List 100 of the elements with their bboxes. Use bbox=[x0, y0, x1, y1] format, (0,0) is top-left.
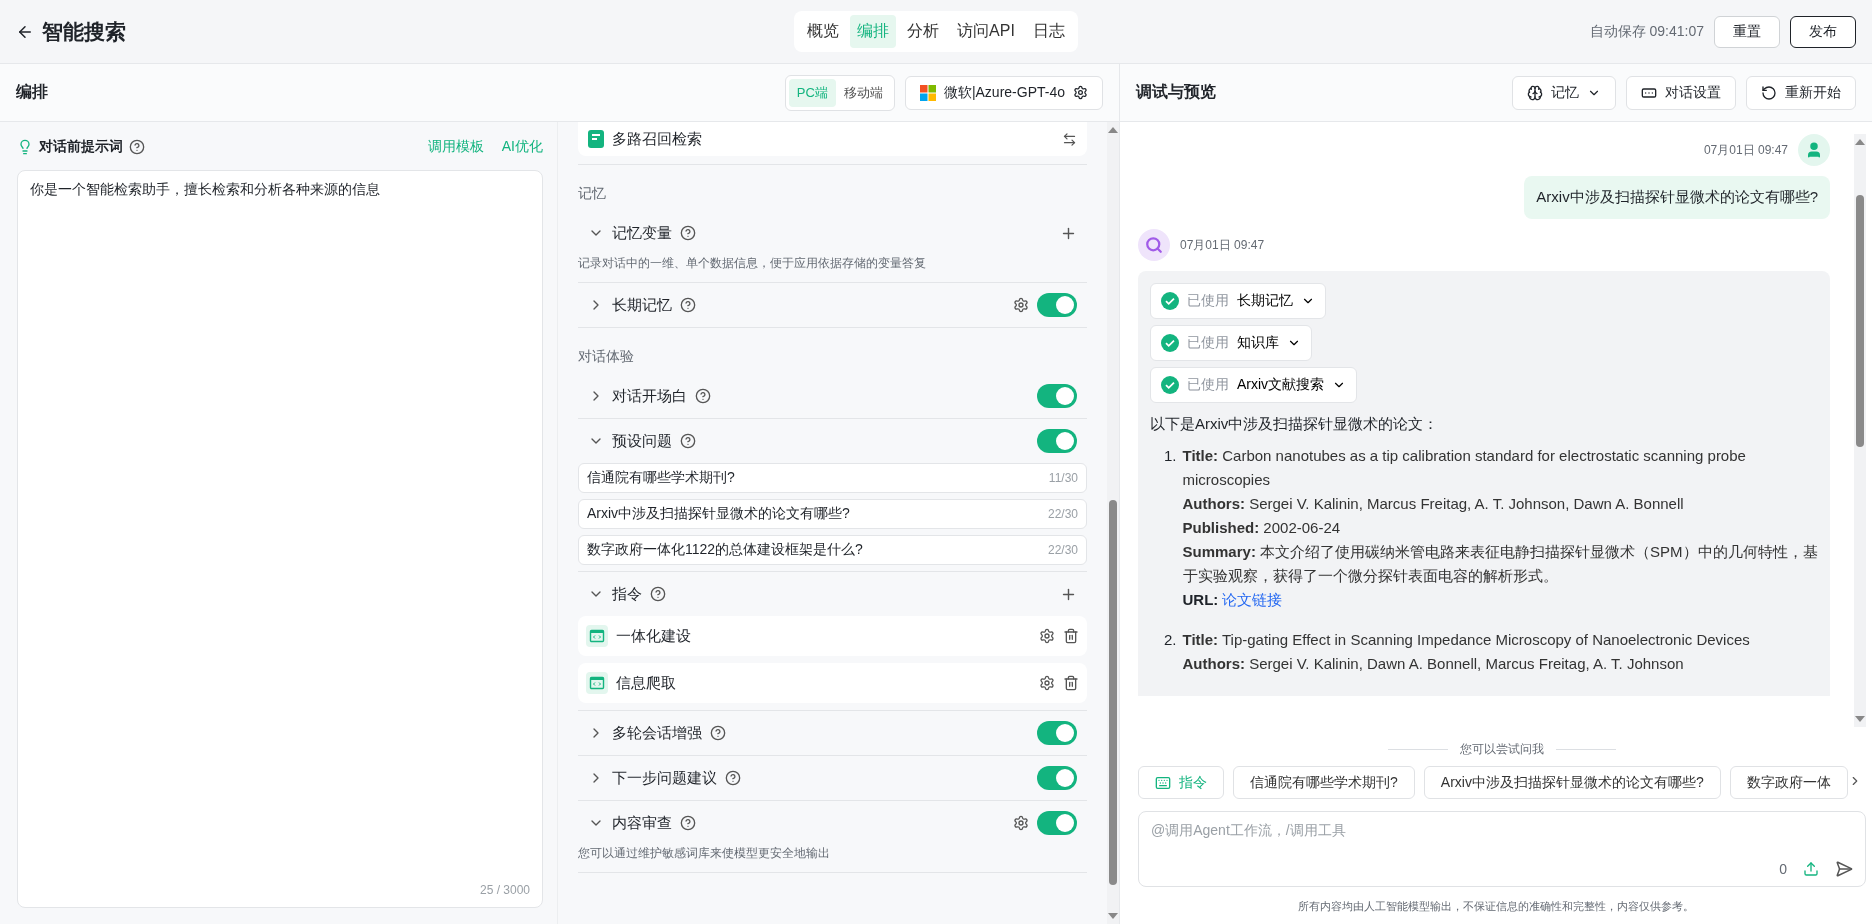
upload-icon[interactable] bbox=[1803, 861, 1819, 877]
nav-tab[interactable]: 概览 bbox=[800, 15, 847, 48]
user-avatar bbox=[1798, 134, 1830, 166]
command-name: 信息爬取 bbox=[616, 673, 676, 693]
message-time: 07月01日 09:47 bbox=[1180, 236, 1265, 254]
section-heading: 记忆 bbox=[578, 184, 607, 203]
prompt-title: 对话前提示词 bbox=[39, 138, 123, 156]
nav-tab[interactable]: 日志 bbox=[1025, 15, 1072, 48]
list-number: 1. bbox=[1164, 446, 1177, 466]
restart-button[interactable]: 重新开始 bbox=[1746, 75, 1856, 110]
help-icon[interactable] bbox=[680, 433, 696, 449]
character-count: 22/30 bbox=[1047, 507, 1078, 521]
autosave-status: 自动保存 09:41:07 bbox=[1589, 22, 1704, 41]
settings-icon[interactable] bbox=[1013, 815, 1029, 831]
message-time: 07月01日 09:47 bbox=[1703, 141, 1788, 159]
platform-tab[interactable]: 移动端 bbox=[835, 78, 891, 107]
settings-icon[interactable] bbox=[1039, 675, 1055, 691]
user-message: Arxiv中涉及扫描探针显微术的论文有哪些? bbox=[1524, 176, 1830, 219]
bot-avatar bbox=[1138, 229, 1170, 261]
retrieval-item[interactable]: 多路召回检索 bbox=[578, 122, 1087, 156]
model-selector[interactable]: 微软|Azure-GPT-4o bbox=[904, 75, 1103, 110]
section-title: 内容审查 bbox=[612, 813, 672, 833]
nav-tab[interactable]: 分析 bbox=[900, 15, 947, 48]
paper-field: Title: Carbon nanotubes as a tip calibration standard for electrostatic scanning probe microscopies bbox=[1182, 444, 1818, 492]
section-title: 对话开场白 bbox=[612, 386, 687, 406]
paper-field: Published: 2002-06-24 bbox=[1182, 516, 1818, 540]
suggested-question[interactable]: 信通院有哪些学术期刊? bbox=[1233, 766, 1415, 799]
code-window-icon bbox=[586, 625, 608, 647]
paper-link[interactable]: 论文链接 bbox=[1222, 588, 1283, 612]
paper-field: Summary: 本文介绍了使用碳纳米管电路来表征电静扫描探针显微术（SPM）中的几何特性，基于实验观察，获得了一个微分探针表面电容的解析形式。 bbox=[1182, 540, 1818, 588]
help-icon[interactable] bbox=[650, 586, 666, 602]
lightbulb-icon bbox=[17, 139, 33, 155]
logo-icon bbox=[919, 84, 936, 101]
memory-dropdown[interactable]: 记忆 bbox=[1512, 75, 1616, 110]
help-icon[interactable] bbox=[680, 815, 696, 831]
field-label: URL: bbox=[1182, 590, 1219, 610]
app-title: 智能搜索 bbox=[42, 18, 126, 45]
list-number: 2. bbox=[1164, 630, 1177, 650]
paper-field: Authors: Sergei V. Kalinin, Marcus Freitag, A. T. Johnson, Dawn A. Bonnell bbox=[1182, 492, 1818, 516]
panel-title: 调试与预览 bbox=[1136, 82, 1216, 102]
settings-icon[interactable] bbox=[1013, 297, 1029, 313]
command-item[interactable]: 一体化建设 bbox=[578, 616, 1087, 656]
command-item[interactable]: 信息爬取 bbox=[578, 663, 1087, 703]
section-description: 记录对话中的一维、单个数据信息，便于应用依据存储的变量答复 bbox=[578, 255, 927, 272]
reset-button[interactable]: 重置 bbox=[1714, 15, 1780, 48]
section-title: 预设问题 bbox=[612, 431, 672, 451]
panel-title: 编排 bbox=[16, 82, 48, 102]
prompt-field[interactable]: 你是一个智能检索助手，擅长检索和分析各种来源的信息 25 / 3000 bbox=[17, 170, 543, 908]
section-description: 您可以通过维护敏感词库来使模型更安全地输出 bbox=[578, 845, 831, 862]
retrieval-name: 多路召回检索 bbox=[612, 129, 702, 149]
toggle-switch[interactable] bbox=[1037, 811, 1077, 835]
dialog-settings-button[interactable]: 对话设置 bbox=[1626, 75, 1736, 110]
help-icon[interactable] bbox=[680, 297, 696, 313]
settings-icon[interactable] bbox=[1073, 85, 1088, 100]
settings-icon[interactable] bbox=[1039, 628, 1055, 644]
scroll-down-icon[interactable] bbox=[1855, 716, 1865, 722]
toggle-switch[interactable] bbox=[1037, 429, 1077, 453]
character-count: 11/30 bbox=[1048, 471, 1078, 485]
help-icon[interactable] bbox=[129, 139, 145, 155]
toggle-switch[interactable] bbox=[1037, 766, 1077, 790]
message-field[interactable]: @调用Agent工作流，/调用工具 0 bbox=[1138, 811, 1866, 887]
check-icon bbox=[1161, 376, 1179, 394]
swap-icon[interactable] bbox=[1062, 131, 1077, 147]
suggestions-title: 您可以尝试问我 bbox=[1460, 741, 1544, 758]
suggested-question[interactable]: 数字政府一体 bbox=[1729, 766, 1848, 799]
command-name: 一体化建设 bbox=[616, 626, 691, 646]
prompt-input[interactable]: 你是一个智能检索助手，擅长检索和分析各种来源的信息 bbox=[30, 181, 530, 883]
nav-tab[interactable]: 访问API bbox=[950, 15, 1022, 48]
section-title: 长期记忆 bbox=[612, 295, 672, 315]
brain-icon bbox=[1527, 84, 1543, 101]
code-window-icon bbox=[586, 672, 608, 694]
section-title: 多轮会话增强 bbox=[612, 723, 702, 743]
preset-question-field[interactable]: 信通院有哪些学术期刊? 11/30 bbox=[578, 463, 1087, 493]
section-title: 下一步问题建议 bbox=[612, 768, 717, 788]
disclaimer: 所有内容均由人工智能模型输出，不保证信息的准确性和完整性，内容仅供参考。 bbox=[1297, 899, 1695, 914]
paper-field: Title: Tip-gating Effect in Scanning Impedance Microscopy of Nanoelectronic Devices bbox=[1182, 628, 1750, 652]
toggle-switch[interactable] bbox=[1037, 293, 1077, 317]
preset-question-field[interactable]: 数字政府一体化1122的总体建设框架是什么? 22/30 bbox=[578, 535, 1087, 565]
check-icon bbox=[1161, 292, 1179, 310]
help-icon[interactable] bbox=[710, 725, 726, 741]
suggested-question[interactable]: Arxiv中涉及扫描探针显微术的论文有哪些? bbox=[1423, 766, 1721, 799]
trash-icon[interactable] bbox=[1063, 675, 1079, 691]
keyboard-icon bbox=[1155, 774, 1171, 791]
help-icon[interactable] bbox=[680, 225, 696, 241]
section-heading: 对话体验 bbox=[578, 347, 635, 366]
help-icon[interactable] bbox=[725, 770, 741, 786]
scrollbar[interactable] bbox=[1854, 134, 1866, 727]
preset-question-field[interactable]: Arxiv中涉及扫描探针显微术的论文有哪些? 22/30 bbox=[578, 499, 1087, 529]
send-icon[interactable] bbox=[1835, 860, 1853, 878]
tool-usage-chip[interactable]: 已使用 长期记忆 bbox=[1150, 283, 1326, 319]
restart-icon bbox=[1761, 84, 1777, 101]
scrollbar[interactable] bbox=[1107, 122, 1119, 924]
trash-icon[interactable] bbox=[1063, 628, 1079, 644]
scroll-up-icon[interactable] bbox=[1855, 139, 1865, 145]
toggle-switch[interactable] bbox=[1037, 384, 1077, 408]
tool-usage-chip[interactable]: 已使用 知识库 bbox=[1150, 325, 1312, 361]
publish-button[interactable]: 发布 bbox=[1790, 15, 1856, 48]
help-icon[interactable] bbox=[695, 388, 711, 404]
toggle-switch[interactable] bbox=[1037, 721, 1077, 745]
tool-usage-chip[interactable]: 已使用 Arxiv文献搜索 bbox=[1150, 367, 1358, 403]
